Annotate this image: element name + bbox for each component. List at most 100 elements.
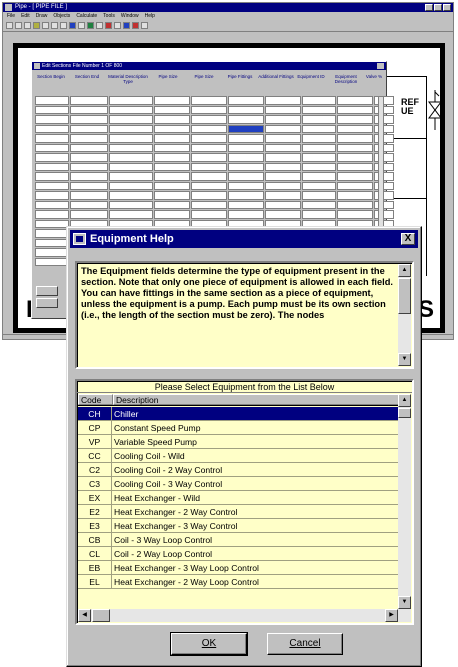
editor-grid-cell[interactable] xyxy=(374,181,394,190)
editor-grid-cell[interactable] xyxy=(374,153,394,162)
editor-grid-cell[interactable] xyxy=(191,134,227,143)
paste-icon[interactable] xyxy=(60,22,67,29)
editor-grid-cell[interactable] xyxy=(302,210,336,219)
editor-grid-cell[interactable] xyxy=(109,105,153,114)
editor-grid-row[interactable] xyxy=(35,134,394,143)
scroll-up-arrow-icon[interactable]: ▲ xyxy=(398,394,411,407)
editor-grid-cell[interactable] xyxy=(70,210,108,219)
editor-grid-cell[interactable] xyxy=(154,96,190,105)
editor-grid-row[interactable] xyxy=(35,105,394,114)
column-header-code[interactable]: Code xyxy=(78,394,113,405)
editor-grid-cell[interactable] xyxy=(228,134,264,143)
editor-grid-cell[interactable] xyxy=(374,210,394,219)
editor-grid-cell[interactable] xyxy=(35,172,69,181)
editor-grid-cell[interactable] xyxy=(35,238,69,247)
editor-grid-row[interactable] xyxy=(35,96,394,105)
editor-grid-cell[interactable] xyxy=(109,172,153,181)
editor-grid-cell[interactable] xyxy=(337,210,373,219)
editor-grid-cell[interactable] xyxy=(228,210,264,219)
calculate-icon[interactable] xyxy=(123,22,130,29)
editor-grid-cell[interactable] xyxy=(35,96,69,105)
editor-grid-cell[interactable] xyxy=(35,162,69,171)
editor-grid-cell[interactable] xyxy=(35,115,69,124)
list-item[interactable]: CB Coil - 3 Way Loop Control xyxy=(78,533,400,547)
editor-grid-cell[interactable] xyxy=(154,105,190,114)
open-folder-icon[interactable] xyxy=(15,22,22,29)
menu-window[interactable]: Window xyxy=(121,12,139,20)
editor-grid-cell[interactable] xyxy=(70,134,108,143)
editor-grid-cell[interactable] xyxy=(109,210,153,219)
editor-grid-cell[interactable] xyxy=(337,143,373,152)
editor-grid-cell[interactable] xyxy=(374,200,394,209)
scroll-thumb[interactable] xyxy=(398,408,411,418)
editor-grid-cell[interactable] xyxy=(35,229,69,238)
editor-grid-cell[interactable] xyxy=(337,115,373,124)
menu-help[interactable]: Help xyxy=(145,12,155,20)
editor-grid-cell[interactable] xyxy=(374,134,394,143)
editor-grid-cell[interactable] xyxy=(154,191,190,200)
list-item[interactable]: CP Constant Speed Pump xyxy=(78,421,400,435)
list-item[interactable]: CL Coil - 2 Way Loop Control xyxy=(78,547,400,561)
editor-grid-cell[interactable] xyxy=(228,181,264,190)
print-icon[interactable] xyxy=(33,22,40,29)
editor-grid-cell[interactable] xyxy=(228,153,264,162)
editor-grid-cell[interactable] xyxy=(35,134,69,143)
editor-grid-row[interactable] xyxy=(35,162,394,171)
menu-calculate[interactable]: Calculate xyxy=(76,12,97,20)
editor-grid-row[interactable] xyxy=(35,191,394,200)
menu-file[interactable]: File xyxy=(7,12,15,20)
list-item[interactable]: C2 Cooling Coil - 2 Way Control xyxy=(78,463,400,477)
editor-grid-cell[interactable] xyxy=(302,124,336,133)
editor-grid-cell[interactable] xyxy=(228,115,264,124)
list-item[interactable]: E3 Heat Exchanger - 3 Way Control xyxy=(78,519,400,533)
editor-grid-cell[interactable] xyxy=(154,200,190,209)
list-item[interactable]: VP Variable Speed Pump xyxy=(78,435,400,449)
editor-grid-cell[interactable] xyxy=(374,172,394,181)
list-item[interactable]: EL Heat Exchanger - 2 Way Loop Control xyxy=(78,575,400,589)
editor-grid-cell[interactable] xyxy=(302,162,336,171)
list-horizontal-scrollbar[interactable]: ◀ ▶ xyxy=(78,609,411,622)
editor-grid-row[interactable] xyxy=(35,143,394,152)
list-item[interactable]: C3 Cooling Coil - 3 Way Control xyxy=(78,477,400,491)
cut-icon[interactable] xyxy=(42,22,49,29)
editor-grid-cell[interactable] xyxy=(265,115,301,124)
editor-grid-cell[interactable] xyxy=(265,134,301,143)
new-file-icon[interactable] xyxy=(6,22,13,29)
editor-grid-cell[interactable] xyxy=(35,219,69,228)
pipe-tool-icon[interactable] xyxy=(87,22,94,29)
scroll-thumb[interactable] xyxy=(92,609,110,622)
editor-grid-cell[interactable] xyxy=(265,210,301,219)
editor-grid-cell[interactable] xyxy=(337,124,373,133)
editor-grid-cell[interactable] xyxy=(302,143,336,152)
close-button[interactable]: X xyxy=(401,233,415,245)
editor-grid-cell[interactable] xyxy=(337,96,373,105)
editor-grid-cell[interactable] xyxy=(374,124,394,133)
editor-grid-cell[interactable] xyxy=(374,105,394,114)
ok-button[interactable]: OK xyxy=(170,632,248,656)
editor-grid-cell[interactable] xyxy=(228,96,264,105)
editor-grid-cell[interactable] xyxy=(191,200,227,209)
editor-grid-cell[interactable] xyxy=(337,191,373,200)
editor-grid-cell[interactable] xyxy=(337,172,373,181)
editor-grid-cell[interactable] xyxy=(265,105,301,114)
editor-grid-cell[interactable] xyxy=(35,248,69,257)
editor-grid-cell[interactable] xyxy=(70,181,108,190)
menu-draw[interactable]: Draw xyxy=(36,12,48,20)
editor-grid-cell[interactable] xyxy=(109,96,153,105)
editor-grid-row[interactable] xyxy=(35,181,394,190)
editor-grid-cell[interactable] xyxy=(191,96,227,105)
editor-grid-cell[interactable] xyxy=(35,124,69,133)
editor-grid-cell[interactable] xyxy=(154,124,190,133)
editor-grid-cell[interactable] xyxy=(337,162,373,171)
menu-edit[interactable]: Edit xyxy=(21,12,30,20)
editor-grid-row[interactable] xyxy=(35,200,394,209)
editor-grid-cell[interactable] xyxy=(191,143,227,152)
list-item[interactable]: E2 Heat Exchanger - 2 Way Control xyxy=(78,505,400,519)
editor-grid-cell[interactable] xyxy=(70,153,108,162)
editor-grid-cell[interactable] xyxy=(109,191,153,200)
editor-grid-cell[interactable] xyxy=(265,153,301,162)
editor-grid-cell[interactable] xyxy=(70,191,108,200)
equipment-list[interactable]: Please Select Equipment from the List Be… xyxy=(75,379,414,625)
pump-tool-icon[interactable] xyxy=(105,22,112,29)
editor-grid-cell[interactable] xyxy=(265,200,301,209)
